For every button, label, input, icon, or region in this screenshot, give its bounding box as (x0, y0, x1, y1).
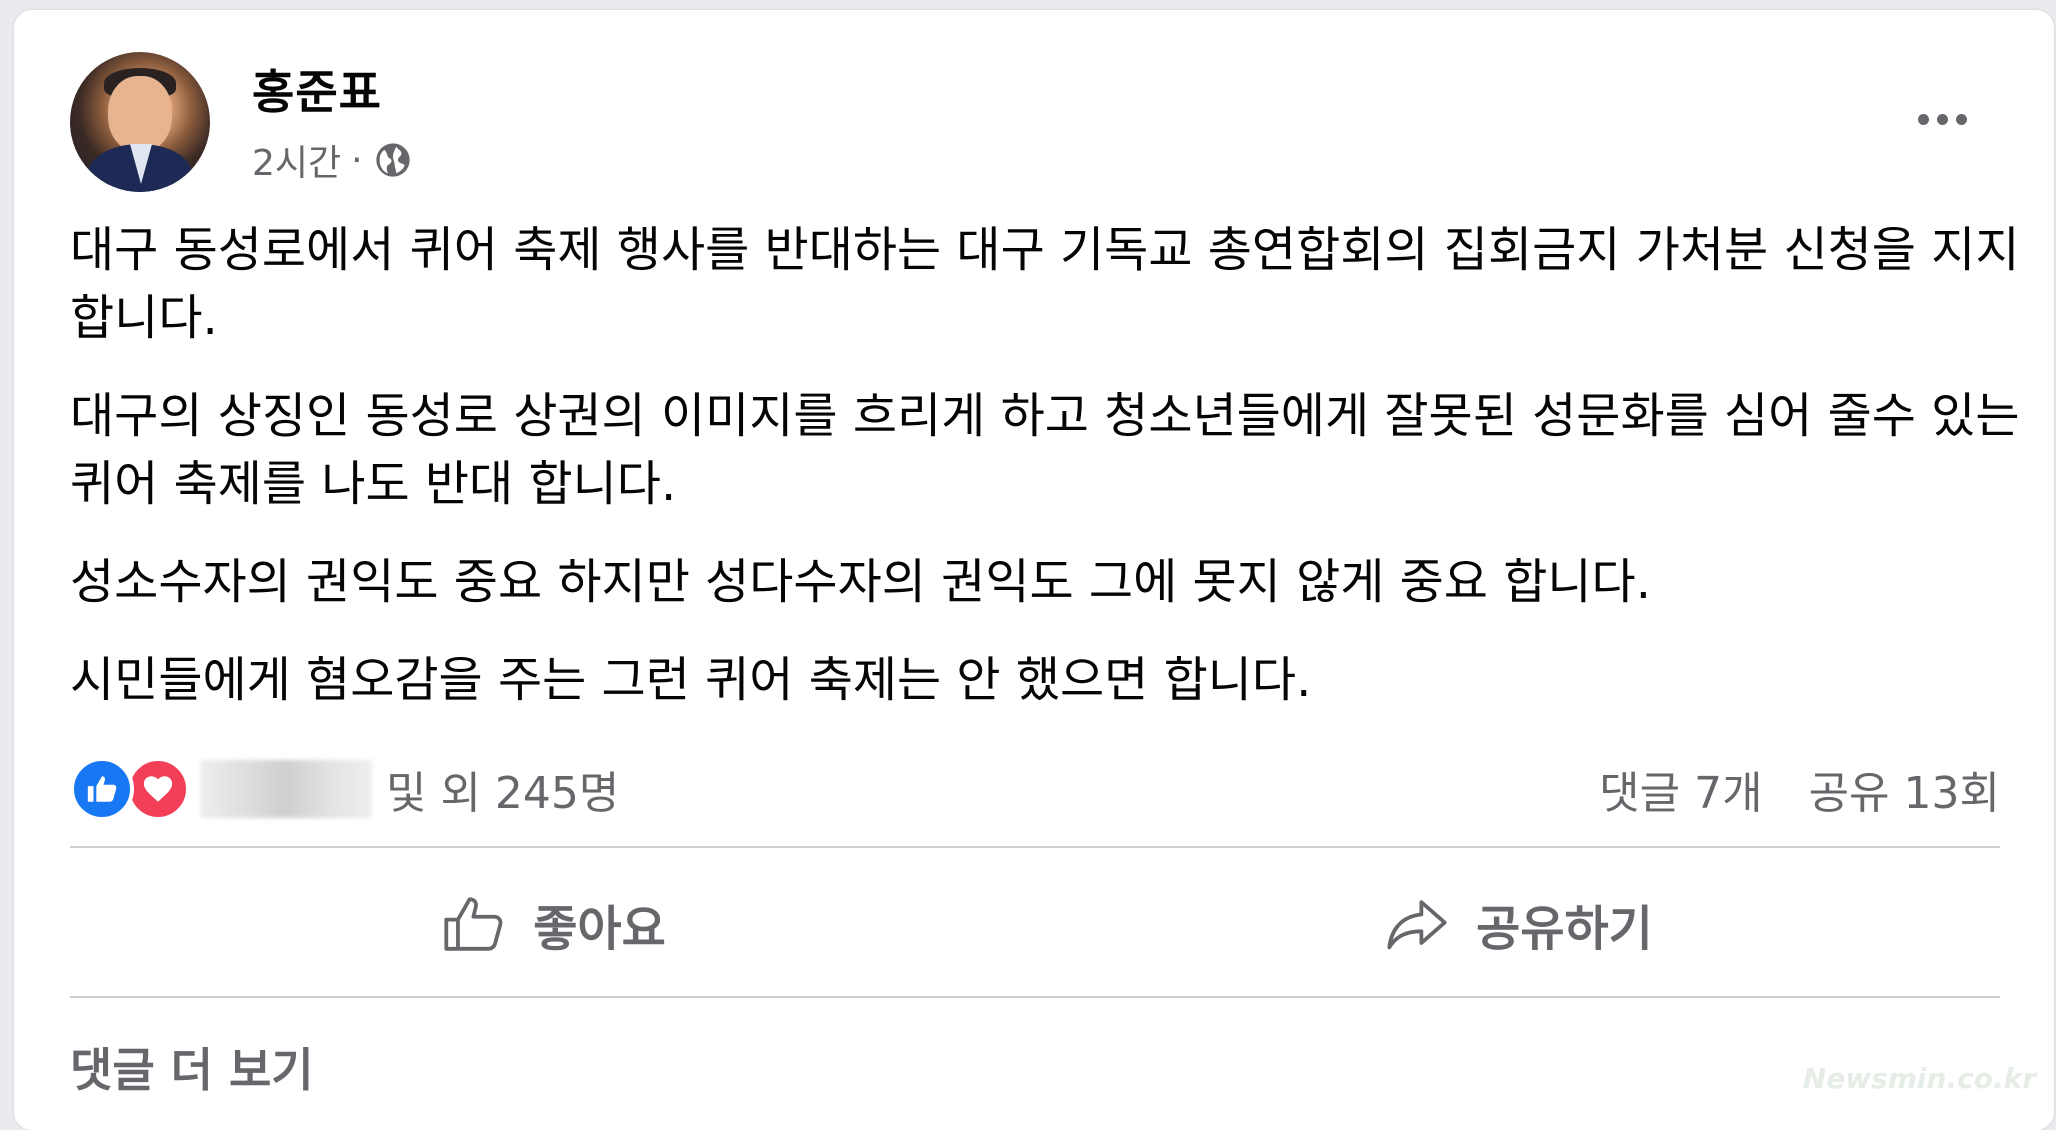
like-icon[interactable] (70, 757, 134, 821)
like-button[interactable]: 좋아요 (70, 860, 1035, 988)
post-time[interactable]: 2시간 (252, 134, 341, 186)
globe-icon[interactable] (373, 140, 413, 180)
more-dot-icon (1936, 113, 1948, 125)
shares-count[interactable]: 공유 13회 (1809, 757, 2000, 821)
blurred-reactor-names (200, 760, 372, 818)
post-paragraph: 대구 동성로에서 퀴어 축제 행사를 반대하는 대구 기독교 총연합회의 집회금… (70, 222, 2020, 346)
post-card: 홍준표 2시간 · 대구 동성로에서 퀴어 축제 행사를 반대하는 대구 기독교… (14, 10, 2054, 1130)
post-paragraph: 성소수자의 권익도 중요 하지만 성다수자의 권익도 그에 못지 않게 중요 합… (70, 554, 1651, 610)
meta-separator: · (351, 139, 363, 181)
reactions-count[interactable]: 및 외 245명 (386, 757, 619, 821)
heart-icon[interactable] (126, 757, 190, 821)
divider (70, 996, 2000, 998)
reactions-bar: 및 외 245명 댓글 7개 공유 13회 (70, 754, 2000, 824)
more-dot-icon (1955, 113, 1967, 125)
view-more-comments-link[interactable]: 댓글 더 보기 (70, 1034, 314, 1100)
divider (70, 846, 2000, 848)
post-actions: 좋아요 공유하기 (70, 860, 2000, 988)
post-paragraph: 대구의 상징인 동성로 상권의 이미지를 흐리게 하고 청소년들에게 잘못된 성… (70, 388, 2020, 512)
more-dot-icon (1917, 113, 1929, 125)
more-options-button[interactable] (1902, 94, 1982, 144)
thumbs-up-icon (444, 897, 503, 951)
comments-count[interactable]: 댓글 7개 (1599, 757, 1762, 821)
post-meta: 2시간 · (252, 134, 413, 186)
share-button-label: 공유하기 (1476, 901, 1653, 957)
author-avatar[interactable] (70, 52, 210, 192)
share-button[interactable]: 공유하기 (1035, 860, 2000, 988)
author-name[interactable]: 홍준표 (252, 56, 382, 122)
post-body: 대구 동성로에서 퀴어 축제 행사를 반대하는 대구 기독교 총연합회의 집회금… (70, 216, 2030, 744)
like-button-label: 좋아요 (533, 901, 666, 957)
post-paragraph: 시민들에게 혐오감을 주는 그런 퀴어 축제는 안 했으면 합니다. (70, 652, 1312, 708)
post-stats: 댓글 7개 공유 13회 (1599, 757, 2000, 821)
watermark: Newsmin.co.kr (1802, 1062, 2036, 1095)
share-arrow-icon (1387, 900, 1447, 950)
